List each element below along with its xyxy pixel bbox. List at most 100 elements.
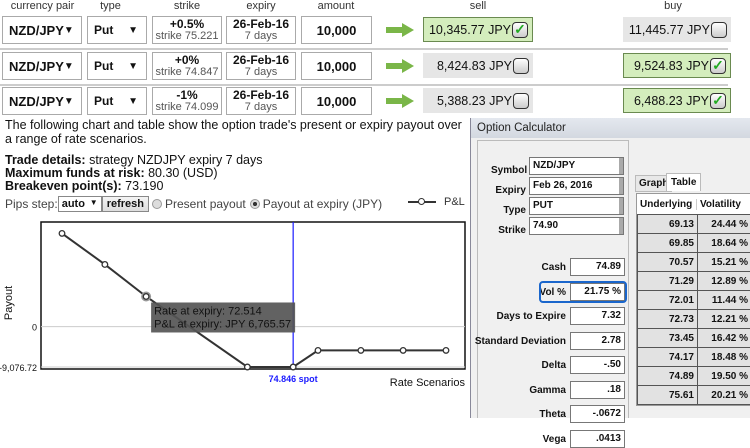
max-funds: Maximum funds at risk: 80.30 (USD) (5, 166, 218, 180)
pips-step-label: Pips step: (5, 197, 58, 211)
chevron-down-icon: ▼ (90, 198, 98, 210)
underlying-cell: 74.89 (638, 367, 698, 386)
checked-checkbox[interactable]: ✓ (710, 58, 726, 74)
strike-select[interactable]: 74.90 (529, 217, 624, 235)
arrow-right-icon (386, 59, 414, 73)
data-point (143, 294, 149, 300)
breakeven-value: 73.190 (122, 179, 164, 193)
amount-field[interactable]: 10,000 (301, 52, 372, 80)
buy-price-button[interactable]: 11,445.77 JPY (623, 17, 731, 42)
header-expiry: expiry (226, 0, 296, 12)
field-value[interactable]: -.0672 (570, 405, 625, 423)
field-value[interactable]: 2.78 (570, 332, 625, 350)
type-select[interactable]: Put▼ (87, 16, 147, 44)
strike-field[interactable]: +0%strike 74.847 (152, 52, 222, 80)
type-select[interactable]: Put ▼ (87, 52, 147, 80)
type-label: Type (491, 205, 526, 216)
volatility-cell: 18.48 % (698, 348, 750, 367)
amount-value: 10,000 (317, 94, 357, 109)
data-point (443, 348, 449, 354)
underlying-cell: 69.85 (638, 234, 698, 253)
max-funds-value: 80.30 (USD) (145, 166, 218, 180)
tooltip-pl: P&L at expiry: JPY 6,765.57 (154, 318, 291, 330)
field-label: Theta (471, 409, 566, 420)
option-calculator-window: Option Calculator Symbol NZD/JPY Expiry … (470, 118, 750, 418)
currency-pair-select[interactable]: NZD/JPY▼ (2, 87, 82, 115)
symbol-select[interactable]: NZD/JPY (529, 157, 624, 175)
field-value[interactable]: 7.32 (570, 307, 625, 325)
expiry-payout-radio[interactable] (250, 199, 260, 209)
table-row: 72.0111.44 % (638, 291, 750, 310)
field-label: Vega (471, 434, 566, 445)
table-row: 74.8919.50 % (638, 367, 750, 386)
field-value[interactable]: -.50 (570, 356, 625, 374)
field-value[interactable]: 74.89 (570, 258, 625, 276)
field-label: Delta (471, 360, 566, 371)
trade-details: Trade details: strategy NZDJPY expiry 7 … (5, 153, 263, 167)
buy-price: 6,488.23 JPY (634, 94, 709, 108)
buy-price-button[interactable]: 6,488.23 JPY✓ (623, 88, 731, 113)
data-point (59, 231, 65, 237)
amount-value: 10,000 (317, 23, 357, 38)
expiry-field[interactable]: 26-Feb-167 days (226, 52, 296, 80)
y-tick-label: -9,076.72 (0, 363, 37, 373)
volatility-table: Underlying Volatility 69.1324.44 %69.851… (636, 193, 750, 406)
expiry-select[interactable]: Feb 26, 2016 (529, 177, 624, 195)
data-point (400, 348, 406, 354)
sell-price-button[interactable]: 10,345.77 JPY✓ (423, 17, 533, 42)
strike-field[interactable]: +0.5%strike 75.221 (152, 16, 222, 44)
chevron-down-icon: ▼ (128, 61, 138, 72)
sell-price-button[interactable]: 8,424.83 JPY (423, 53, 533, 78)
expiry-days: 7 days (245, 30, 277, 42)
tab-table[interactable]: Table (666, 173, 701, 191)
type-select[interactable]: PUT (529, 197, 624, 215)
type-value: Put (94, 59, 113, 73)
field-label: Standard Deviation (471, 336, 566, 347)
field-value[interactable]: .0413 (570, 430, 625, 448)
strike-value: strike 74.847 (156, 66, 219, 78)
x-axis-label: Rate Scenarios (390, 377, 466, 389)
sell-price-button[interactable]: 5,388.23 JPY (423, 88, 533, 113)
trade-row: NZD/JPY▼ Put▼ +0.5%strike 75.221 26-Feb-… (0, 13, 750, 47)
col-volatility: Volatility (697, 199, 741, 210)
checkbox[interactable] (513, 58, 529, 74)
strike-field[interactable]: -1%strike 74.099 (152, 87, 222, 115)
checked-checkbox[interactable]: ✓ (710, 93, 726, 109)
expiry-field[interactable]: 26-Feb-167 days (226, 87, 296, 115)
volatility-cell: 18.64 % (698, 234, 750, 253)
underlying-cell: 70.57 (638, 253, 698, 272)
type-select[interactable]: Put▼ (87, 87, 147, 115)
legend-line-icon (408, 201, 436, 203)
checkbox[interactable] (513, 93, 529, 109)
col-underlying: Underlying (637, 199, 697, 210)
buy-price-button[interactable]: 9,524.83 JPY✓ (623, 53, 731, 78)
currency-pair-select[interactable]: NZD/JPY▼ (2, 16, 82, 44)
field-label: Days to Expire (471, 311, 566, 322)
table-row: 74.1718.48 % (638, 348, 750, 367)
vol-highlight (539, 281, 627, 303)
chevron-down-icon: ▼ (128, 25, 138, 36)
volatility-cell: 19.50 % (698, 367, 750, 386)
field-label: Gamma (471, 385, 566, 396)
expiry-days: 7 days (245, 66, 277, 78)
pips-step-select[interactable]: auto▼ (58, 196, 102, 212)
sell-price: 8,424.83 JPY (437, 59, 512, 73)
header-currency-pair: currency pair (5, 0, 80, 12)
amount-field[interactable]: 10,000 (301, 16, 372, 44)
underlying-cell: 75.61 (638, 386, 698, 405)
max-funds-label: Maximum funds at risk: (5, 166, 145, 180)
y-axis-label: Payout (3, 286, 15, 320)
field-value[interactable]: .18 (570, 381, 625, 399)
data-point (245, 364, 251, 370)
expiry-date: 26-Feb-16 (233, 54, 289, 66)
expiry-field[interactable]: 26-Feb-167 days (226, 16, 296, 44)
amount-field[interactable]: 10,000 (301, 87, 372, 115)
breakeven-label: Breakeven point(s): (5, 179, 122, 193)
checkbox[interactable] (711, 22, 727, 38)
currency-pair-select[interactable]: NZD/JPY▼ (2, 52, 82, 80)
data-point (315, 348, 321, 354)
table-row: 71.2912.89 % (638, 272, 750, 291)
refresh-button[interactable]: refresh (102, 196, 149, 212)
checked-checkbox[interactable]: ✓ (512, 22, 528, 38)
present-payout-radio[interactable] (152, 199, 162, 209)
